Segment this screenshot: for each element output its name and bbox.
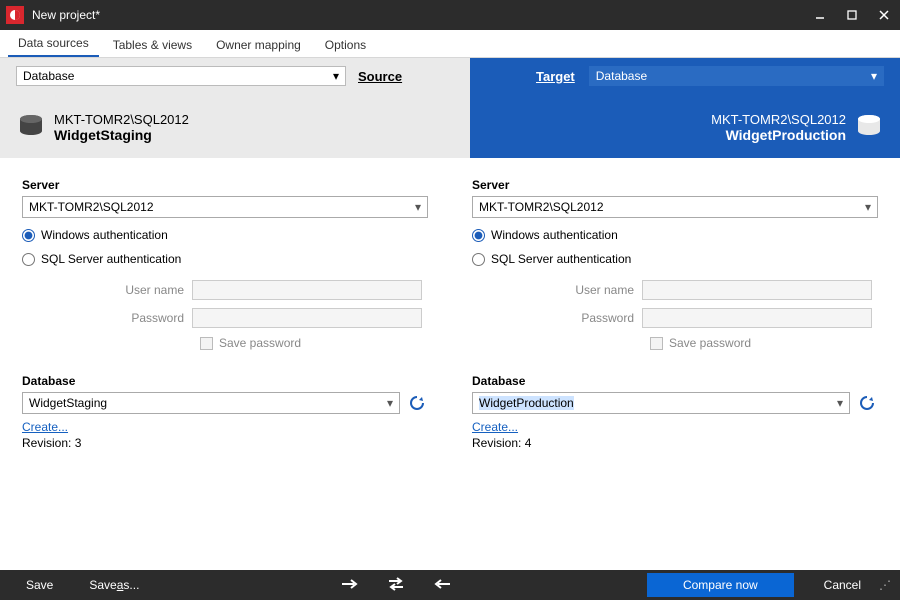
target-windows-auth-radio[interactable] — [472, 229, 485, 242]
target-password-input — [642, 308, 872, 328]
server-label: Server — [22, 178, 428, 192]
tab-tables-views[interactable]: Tables & views — [103, 32, 202, 57]
database-label: Database — [22, 374, 428, 388]
minimize-button[interactable] — [804, 0, 836, 30]
target-username-input — [642, 280, 872, 300]
username-label: User name — [22, 283, 192, 297]
copy-left-button[interactable] — [434, 577, 452, 594]
target-server-value: MKT-TOMR2\SQL2012 — [479, 200, 604, 214]
tab-strip: Data sources Tables & views Owner mappin… — [0, 30, 900, 58]
tab-data-sources[interactable]: Data sources — [8, 30, 99, 57]
source-heading: Source — [358, 69, 402, 84]
target-create-link[interactable]: Create... — [472, 420, 518, 434]
server-label: Server — [472, 178, 878, 192]
windows-auth-label: Windows authentication — [41, 228, 168, 242]
source-create-link[interactable]: Create... — [22, 420, 68, 434]
source-type-value: Database — [23, 69, 74, 83]
target-heading: Target — [536, 69, 575, 84]
source-revision: Revision: 3 — [22, 436, 428, 450]
source-sql-auth-radio[interactable] — [22, 253, 35, 266]
password-label: Password — [472, 311, 642, 325]
source-username-input — [192, 280, 422, 300]
save-button[interactable]: Save — [8, 570, 71, 600]
target-save-password-checkbox — [650, 337, 663, 350]
source-server-display: MKT-TOMR2\SQL2012 — [54, 112, 189, 127]
source-type-select[interactable]: Database ▾ — [16, 66, 346, 86]
source-server-value: MKT-TOMR2\SQL2012 — [29, 200, 154, 214]
target-server-display: MKT-TOMR2\SQL2012 — [711, 112, 846, 127]
database-icon — [854, 111, 884, 144]
source-windows-auth-radio[interactable] — [22, 229, 35, 242]
sql-auth-label: SQL Server authentication — [41, 252, 181, 266]
source-database-value: WidgetStaging — [29, 396, 107, 410]
close-button[interactable] — [868, 0, 900, 30]
target-type-select[interactable]: Database ▾ — [589, 66, 884, 86]
chevron-down-icon: ▾ — [871, 69, 877, 83]
source-database-display: WidgetStaging — [54, 127, 189, 143]
password-label: Password — [22, 311, 192, 325]
chevron-down-icon: ▾ — [415, 200, 421, 214]
cancel-button[interactable]: Cancel — [806, 570, 879, 600]
chevron-down-icon: ▾ — [837, 396, 843, 410]
windows-auth-label: Windows authentication — [491, 228, 618, 242]
database-label: Database — [472, 374, 878, 388]
tab-options[interactable]: Options — [315, 32, 376, 57]
target-panel: Server MKT-TOMR2\SQL2012 ▾ Windows authe… — [450, 158, 900, 570]
target-sql-auth-radio[interactable] — [472, 253, 485, 266]
save-password-label: Save password — [669, 336, 751, 350]
sql-auth-label: SQL Server authentication — [491, 252, 631, 266]
target-database-combo[interactable]: WidgetProduction ▾ — [472, 392, 850, 414]
source-password-input — [192, 308, 422, 328]
save-password-label: Save password — [219, 336, 301, 350]
source-database-combo[interactable]: WidgetStaging ▾ — [22, 392, 400, 414]
arrow-separator-icon — [430, 58, 470, 158]
chevron-down-icon: ▾ — [387, 396, 393, 410]
save-as-button[interactable]: Save as... — [71, 570, 157, 600]
chevron-down-icon: ▾ — [333, 69, 339, 83]
swap-button[interactable] — [386, 576, 406, 595]
target-database-display: WidgetProduction — [711, 127, 846, 143]
source-refresh-button[interactable] — [406, 392, 428, 414]
database-icon — [16, 111, 46, 144]
source-panel: Server MKT-TOMR2\SQL2012 ▾ Windows authe… — [0, 158, 450, 570]
username-label: User name — [472, 283, 642, 297]
tab-owner-mapping[interactable]: Owner mapping — [206, 32, 311, 57]
maximize-button[interactable] — [836, 0, 868, 30]
window-title: New project* — [32, 8, 804, 22]
compare-now-button[interactable]: Compare now — [647, 573, 794, 597]
source-server-combo[interactable]: MKT-TOMR2\SQL2012 ▾ — [22, 196, 428, 218]
target-database-value: WidgetProduction — [479, 396, 574, 410]
target-server-combo[interactable]: MKT-TOMR2\SQL2012 ▾ — [472, 196, 878, 218]
app-icon — [6, 6, 24, 24]
target-revision: Revision: 4 — [472, 436, 878, 450]
target-refresh-button[interactable] — [856, 392, 878, 414]
source-save-password-checkbox — [200, 337, 213, 350]
copy-right-button[interactable] — [340, 577, 358, 594]
chevron-down-icon: ▾ — [865, 200, 871, 214]
target-type-value: Database — [596, 69, 647, 83]
resize-grip-icon: ⋰ — [879, 578, 892, 592]
